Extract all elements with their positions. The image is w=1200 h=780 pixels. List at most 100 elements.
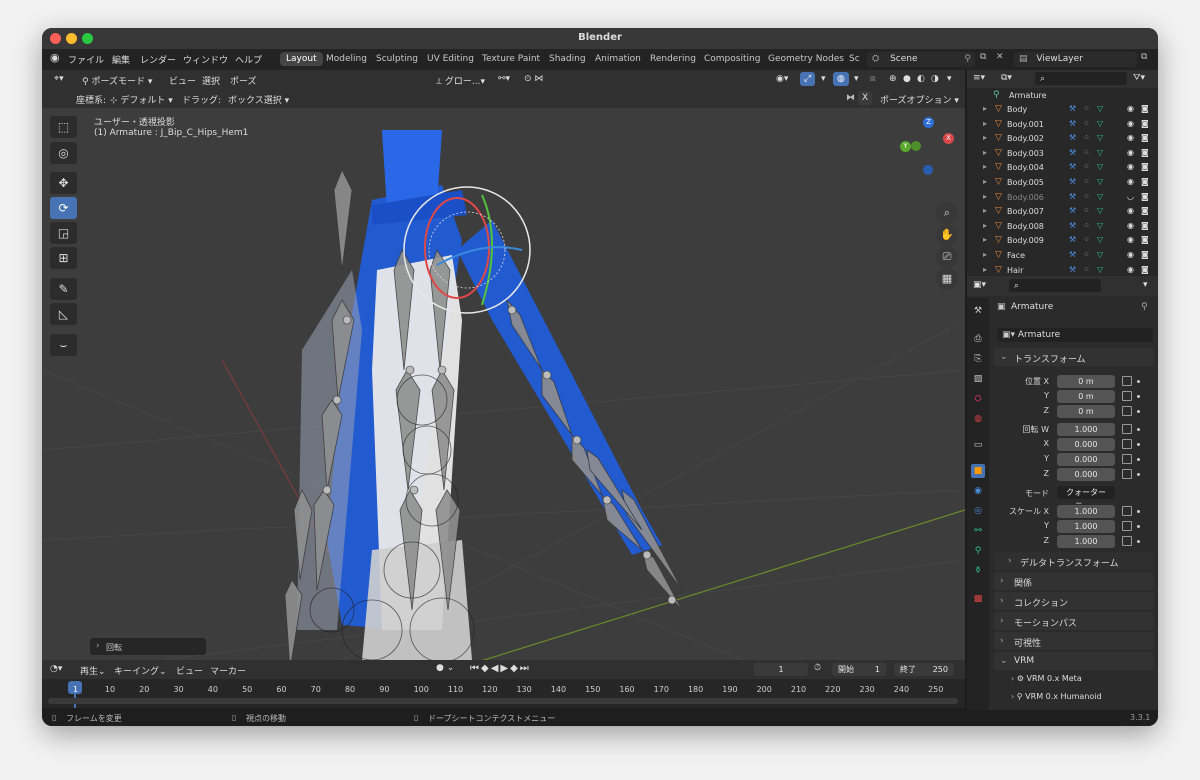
camera-render-icon[interactable]: ◙ bbox=[1141, 206, 1149, 215]
expand-arrow-icon[interactable]: ▸ bbox=[983, 265, 987, 274]
motion-paths-panel-header[interactable]: › モーションパス bbox=[994, 612, 1154, 630]
outliner-item[interactable]: ▸ ▽ Body.007 ⚒ ⁘ ▽ ◉ ◙ bbox=[967, 206, 1158, 220]
stopwatch-icon[interactable]: ⏱ bbox=[814, 663, 821, 673]
outliner-search[interactable]: ⌕ bbox=[1035, 72, 1127, 85]
menu-window[interactable]: ウィンドウ bbox=[183, 53, 228, 66]
pan-hand-icon[interactable]: ✋ bbox=[936, 224, 958, 246]
zoom-icon[interactable]: ⌕ bbox=[936, 202, 958, 224]
eye-icon[interactable]: ◉ bbox=[1127, 104, 1134, 113]
data-tab-icon[interactable]: ⚲ bbox=[971, 544, 985, 558]
annotate-tool[interactable]: ✎ bbox=[50, 278, 77, 300]
pin-icon[interactable]: ⚲ bbox=[1141, 302, 1148, 312]
rotation-mode-dropdown[interactable]: クォーターニ...⌄ bbox=[1057, 486, 1115, 510]
properties-editor-icon[interactable]: ▣▾ bbox=[973, 280, 986, 290]
transform-tool[interactable]: ⊞ bbox=[50, 247, 77, 269]
object-data-field[interactable]: ▣▾ Armature bbox=[997, 328, 1153, 342]
lock-icon[interactable] bbox=[1122, 536, 1132, 546]
timeline-scrollbar[interactable] bbox=[48, 698, 958, 704]
expand-arrow-icon[interactable]: ▸ bbox=[983, 148, 987, 157]
tab-uv-editing[interactable]: UV Editing bbox=[421, 52, 480, 66]
pin-icon[interactable]: ⚲ bbox=[964, 54, 971, 64]
shading-rendered-icon[interactable]: ◑ bbox=[927, 72, 943, 86]
outliner-item[interactable]: ▸ ▽ Body.004 ⚒ ⁘ ▽ ◉ ◙ bbox=[967, 162, 1158, 176]
tool-tab-icon[interactable]: ⚒ bbox=[971, 304, 985, 318]
grid-icon[interactable]: ▦ bbox=[936, 268, 958, 290]
pose-options-dropdown[interactable]: ポーズオプション ▾ bbox=[876, 91, 963, 108]
outliner-item[interactable]: ▸ ▽ Body.005 ⚒ ⁘ ▽ ◉ ◙ bbox=[967, 177, 1158, 191]
vrm-humanoid-item[interactable]: › ⚲ VRM 0.x Humanoid bbox=[1011, 692, 1102, 701]
scale-x-field[interactable]: 1.000 bbox=[1057, 505, 1115, 518]
rotation-z-field[interactable]: 0.000 bbox=[1057, 468, 1115, 481]
keyframe-dot[interactable] bbox=[1137, 410, 1140, 413]
scale-tool[interactable]: ◲ bbox=[50, 222, 77, 244]
tab-texture-paint[interactable]: Texture Paint bbox=[476, 52, 546, 66]
menu-timeline-view[interactable]: ビュー bbox=[176, 664, 203, 677]
camera-render-icon[interactable]: ◙ bbox=[1141, 265, 1149, 274]
lock-icon[interactable] bbox=[1122, 391, 1132, 401]
expand-arrow-icon[interactable]: ▸ bbox=[983, 221, 987, 230]
texture-tab-icon[interactable]: ▩ bbox=[971, 592, 985, 606]
expand-arrow-icon[interactable]: ▸ bbox=[983, 206, 987, 215]
location-y-field[interactable]: 0 m bbox=[1057, 390, 1115, 403]
tab-compositing[interactable]: Compositing bbox=[698, 52, 766, 66]
menu-pose[interactable]: ポーズ bbox=[226, 72, 261, 89]
delete-scene-icon[interactable]: ✕ bbox=[996, 52, 1004, 62]
outliner-item[interactable]: ▸ ▽ Body.008 ⚒ ⁘ ▽ ◉ ◙ bbox=[967, 221, 1158, 235]
visibility-panel-header[interactable]: › 可視性 bbox=[994, 632, 1154, 650]
camera-render-icon[interactable]: ◙ bbox=[1141, 177, 1149, 186]
menu-view[interactable]: ビュー bbox=[165, 72, 200, 89]
overlay-dropdown-icon[interactable]: ▾ bbox=[850, 72, 863, 86]
measure-tool[interactable]: ◺ bbox=[50, 303, 77, 325]
camera-icon[interactable]: ⎚ bbox=[936, 246, 958, 268]
move-tool[interactable]: ✥ bbox=[50, 172, 77, 194]
outliner-item[interactable]: ▸ ▽ Body.009 ⚒ ⁘ ▽ ◉ ◙ bbox=[967, 235, 1158, 249]
gizmo-x-axis[interactable]: X bbox=[943, 133, 954, 144]
expand-arrow-icon[interactable]: ▸ bbox=[983, 104, 987, 113]
keyframe-dot[interactable] bbox=[1137, 540, 1140, 543]
lock-icon[interactable] bbox=[1122, 406, 1132, 416]
navigation-gizmo[interactable]: Z Y X bbox=[897, 115, 957, 175]
eye-icon[interactable]: ◡ bbox=[1127, 192, 1134, 201]
delta-transform-header[interactable]: › デルタトランスフォーム bbox=[994, 552, 1154, 570]
keyframe-dot[interactable] bbox=[1137, 458, 1140, 461]
outliner-item[interactable]: ▸ ▽ Body.003 ⚒ ⁘ ▽ ◉ ◙ bbox=[967, 148, 1158, 162]
rotation-w-field[interactable]: 1.000 bbox=[1057, 423, 1115, 436]
rotation-y-field[interactable]: 0.000 bbox=[1057, 453, 1115, 466]
outliner-item[interactable]: ▸ ▽ Face ⚒ ⁘ ▽ ◉ ◙ bbox=[967, 250, 1158, 264]
snap-icon[interactable]: ⊙ ⋈ bbox=[520, 72, 547, 86]
filter-icon[interactable]: ⛛▾ bbox=[1133, 73, 1145, 83]
gizmo-neg-z[interactable] bbox=[923, 165, 933, 175]
camera-render-icon[interactable]: ◙ bbox=[1141, 235, 1149, 244]
lock-icon[interactable] bbox=[1122, 376, 1132, 386]
cursor-tool[interactable]: ◎ bbox=[50, 142, 77, 164]
gizmo-neg-y[interactable] bbox=[911, 141, 921, 151]
menu-help[interactable]: ヘルプ bbox=[235, 53, 262, 66]
location-z-field[interactable]: 0 m bbox=[1057, 405, 1115, 418]
eye-icon[interactable]: ◉ bbox=[1127, 250, 1134, 259]
display-mode-icon[interactable]: ⧉▾ bbox=[1001, 73, 1012, 83]
scale-y-field[interactable]: 1.000 bbox=[1057, 520, 1115, 533]
collections-panel-header[interactable]: › コレクション bbox=[994, 592, 1154, 610]
keyframe-dot[interactable] bbox=[1137, 525, 1140, 528]
blender-logo-icon[interactable]: ◉ bbox=[50, 51, 60, 64]
tab-scripting[interactable]: Sc bbox=[843, 52, 866, 66]
rotate-tool[interactable]: ⟳ bbox=[50, 197, 77, 219]
lock-icon[interactable] bbox=[1122, 439, 1132, 449]
expand-arrow-icon[interactable]: ▸ bbox=[983, 133, 987, 142]
timeline-editor-icon[interactable]: ◔▾ bbox=[50, 664, 62, 674]
new-scene-icon[interactable]: ⧉ bbox=[980, 52, 986, 62]
camera-render-icon[interactable]: ◙ bbox=[1141, 148, 1149, 157]
camera-render-icon[interactable]: ◙ bbox=[1141, 250, 1149, 259]
lock-icon[interactable] bbox=[1122, 424, 1132, 434]
expand-arrow-icon[interactable]: ▸ bbox=[983, 192, 987, 201]
eye-icon[interactable]: ◉ bbox=[1127, 119, 1134, 128]
lock-icon[interactable] bbox=[1122, 521, 1132, 531]
breakdowner-tool[interactable]: ⌣ bbox=[50, 334, 77, 356]
outliner-item[interactable]: ▸ ▽ Body.002 ⚒ ⁘ ▽ ◉ ◙ bbox=[967, 133, 1158, 147]
keyframe-dot[interactable] bbox=[1137, 443, 1140, 446]
keyframe-dot[interactable] bbox=[1137, 428, 1140, 431]
render-tab-icon[interactable]: ⎙ bbox=[971, 332, 985, 346]
last-operator-panel[interactable]: › 回転 bbox=[90, 638, 206, 655]
shading-dropdown-icon[interactable]: ▾ bbox=[943, 72, 956, 86]
bone-tab-icon[interactable]: ⚱ bbox=[971, 564, 985, 578]
